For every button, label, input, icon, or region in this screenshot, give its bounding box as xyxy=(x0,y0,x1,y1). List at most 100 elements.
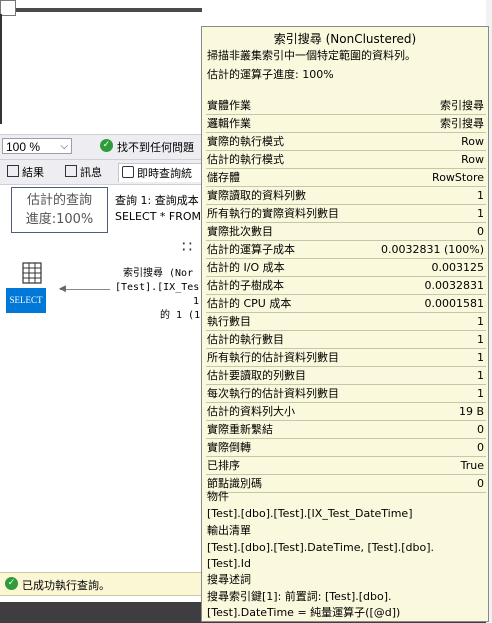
property-row: 實際的執行模式 Row xyxy=(206,133,486,151)
property-row: 實際批次數目 0 xyxy=(206,223,486,241)
execution-plan-pane[interactable]: 估計的查詢 進度:100% 查詢 1: 查詢成本 SELECT * FROM T… xyxy=(0,185,211,570)
property-row: 實際重新繫結 0 xyxy=(206,421,486,439)
tooltip-title: 索引搜尋 (NonClustered) xyxy=(273,32,417,46)
property-row: 儲存體 RowStore xyxy=(206,169,486,187)
property-value: 19 B xyxy=(458,405,484,418)
property-value: 索引搜尋 xyxy=(440,99,484,112)
property-row: 估計的執行數目 1 xyxy=(206,331,486,349)
property-key: 邏輯作業 xyxy=(207,117,251,130)
property-key: 所有執行的估計資料列數目 xyxy=(207,351,339,364)
collapse-marker-icon[interactable] xyxy=(0,0,16,16)
property-value: True xyxy=(460,459,484,472)
property-value: Row xyxy=(461,153,484,166)
property-value: 0.003125 xyxy=(431,261,485,274)
operator-tooltip: 索引搜尋 (NonClustered) 掃描非叢集索引中一個特定範圍的資料列。 … xyxy=(201,26,489,622)
property-row: 邏輯作業 索引搜尋 xyxy=(206,115,486,133)
arrow-left-icon: ◀ xyxy=(59,284,66,294)
query-sql-text: SELECT * FROM T xyxy=(115,210,212,223)
tab-results[interactable]: 結果 xyxy=(4,163,47,182)
operator-cost: 1 xyxy=(193,296,200,307)
property-key: 執行數目 xyxy=(207,315,251,328)
property-value: 1 xyxy=(477,189,484,202)
select-operator-icon[interactable] xyxy=(22,262,42,284)
property-row: 所有執行的實際資料列數目 1 xyxy=(206,205,486,223)
property-row: 估計的 I/O 成本 0.003125 xyxy=(206,259,486,277)
plan-connector xyxy=(60,289,110,290)
property-value: RowStore xyxy=(432,171,484,184)
property-row: 每次執行的估計資料列數目 1 xyxy=(206,385,486,403)
tab-results-label: 結果 xyxy=(22,166,44,179)
predicate-heading: 搜尋述詞 xyxy=(207,573,251,586)
predicate-value-line2: [Test].DateTime = 純量運算子([@d]) xyxy=(207,606,401,619)
query-header: 查詢 1: 查詢成本 SELECT * FROM T xyxy=(115,193,211,225)
property-value: 0 xyxy=(477,423,484,436)
property-row: 執行數目 1 xyxy=(206,313,486,331)
zoom-value: 100 % xyxy=(6,140,41,154)
property-row: 估計的子樹成本 0.0032831 xyxy=(206,277,486,295)
operator-object: [Test].[IX_Tes xyxy=(115,282,200,293)
property-key: 每次執行的估計資料列數目 xyxy=(207,387,339,400)
property-key: 所有執行的實際資料列數目 xyxy=(207,207,339,220)
property-row: 所有執行的估計資料列數目 1 xyxy=(206,349,486,367)
object-heading: 物件 xyxy=(207,490,229,503)
editor-line xyxy=(0,8,202,12)
property-row: 實體作業 索引搜尋 xyxy=(206,97,486,115)
query-editor[interactable] xyxy=(0,0,202,133)
select-operator-label[interactable]: SELECT xyxy=(6,288,46,313)
property-key: 實際的執行模式 xyxy=(207,135,284,148)
issues-status: 找不到任何問題 xyxy=(117,141,194,154)
query-status-text: 已成功執行查詢。 xyxy=(22,579,110,592)
property-key: 實際讀取的資料列數 xyxy=(207,189,306,202)
property-key: 實際重新繫結 xyxy=(207,423,273,436)
output-value-line1: [Test].[dbo].[Test].DateTime, [Test].[db… xyxy=(207,541,434,554)
property-row: 估計的執行模式 Row xyxy=(206,151,486,169)
property-row: 實際倒轉 0 xyxy=(206,439,486,457)
property-key: 估計的 CPU 成本 xyxy=(207,297,292,310)
check-circle-icon: ✓ xyxy=(5,577,18,590)
property-value: 1 xyxy=(477,387,484,400)
property-key: 儲存體 xyxy=(207,171,240,184)
property-value: 1 xyxy=(477,315,484,328)
tab-live-query-stats-label: 即時查詢統 xyxy=(137,167,192,180)
property-value: 0 xyxy=(477,441,484,454)
query-progress-box: 估計的查詢 進度:100% xyxy=(11,187,108,233)
property-row: 估計要讀取的列數目 1 xyxy=(206,367,486,385)
property-key: 估計的子樹成本 xyxy=(207,279,284,292)
property-value: 1 xyxy=(477,369,484,382)
query-cost-text: 查詢 1: 查詢成本 xyxy=(115,194,199,207)
property-value: 1 xyxy=(477,351,484,364)
property-row: 估計的運算子成本 0.0032831 (100%) xyxy=(206,241,486,259)
editor-gutter xyxy=(0,14,2,124)
live-stats-icon xyxy=(122,166,134,178)
progress-value: 進度:100% xyxy=(25,212,94,227)
output-value-line2: [Test].Id xyxy=(207,557,251,570)
chevron-down-icon: ⌵ xyxy=(60,141,68,152)
property-key: 估計的執行模式 xyxy=(207,153,284,166)
operator-icon: ∷ xyxy=(182,237,193,256)
query-status-bar: ✓ 已成功執行查詢。 xyxy=(0,572,202,596)
property-key: 估計的資料列大小 xyxy=(207,405,295,418)
check-circle-icon: ✓ xyxy=(100,139,113,152)
tab-live-query-stats[interactable]: 即時查詢統 xyxy=(118,163,204,182)
property-key: 估計要讀取的列數目 xyxy=(207,369,306,382)
object-value: [Test].[dbo].[Test].[IX_Test_DateTime] xyxy=(207,507,413,520)
property-value: 0 xyxy=(477,225,484,238)
property-value: 0.0001581 xyxy=(424,297,485,310)
tab-messages[interactable]: 訊息 xyxy=(62,163,105,182)
property-key: 實際倒轉 xyxy=(207,441,251,454)
property-key: 已排序 xyxy=(207,459,240,472)
messages-icon xyxy=(65,165,77,177)
property-row: 估計的資料列大小 19 B xyxy=(206,403,486,421)
property-key: 估計的執行數目 xyxy=(207,333,284,346)
tab-messages-label: 訊息 xyxy=(80,166,102,179)
property-row: 估計的 CPU 成本 0.0001581 xyxy=(206,295,486,313)
results-tabs: 結果 訊息 即時查詢統 xyxy=(0,160,204,185)
grid-icon xyxy=(7,165,19,177)
property-value: Row xyxy=(461,135,484,148)
property-key: 實體作業 xyxy=(207,99,251,112)
property-value: 索引搜尋 xyxy=(440,117,484,130)
property-value: 1 xyxy=(477,207,484,220)
operator-name: 索引搜尋 (Nor xyxy=(123,268,194,279)
property-value: 0 xyxy=(477,477,484,490)
zoom-select[interactable]: 100 % ⌵ xyxy=(2,138,72,154)
